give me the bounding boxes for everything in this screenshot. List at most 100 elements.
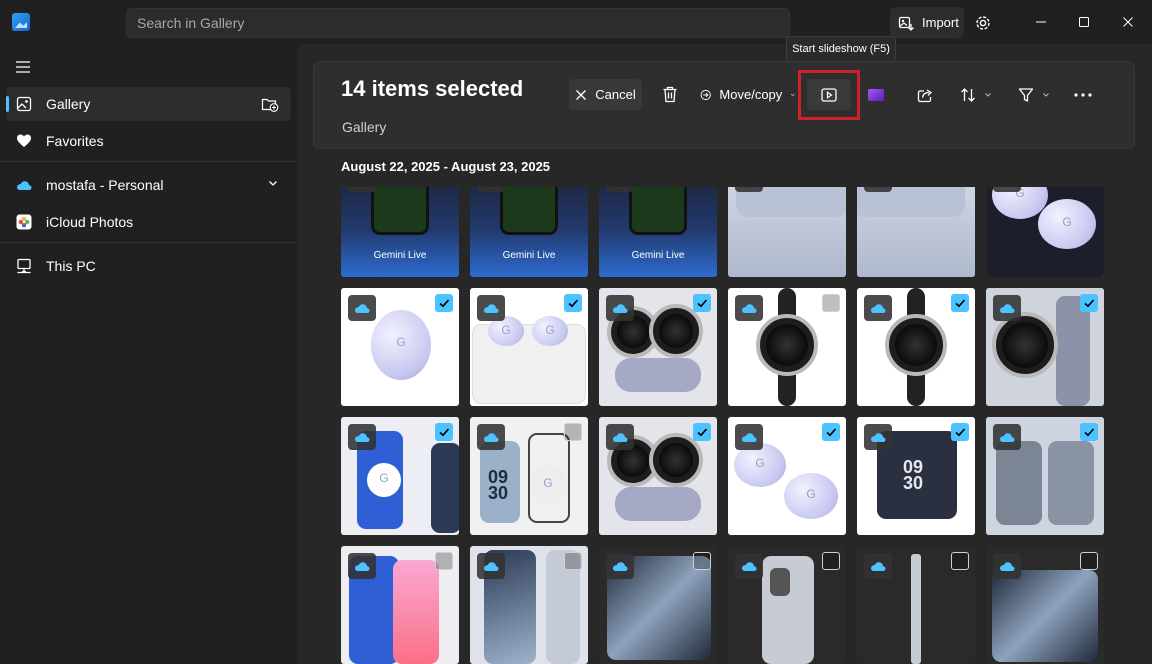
photo-tile[interactable] [599, 546, 717, 664]
sidebar-item-icloud[interactable]: iCloud Photos [6, 205, 291, 239]
photo-tile[interactable] [599, 417, 717, 535]
more-options-button[interactable] [1070, 79, 1096, 110]
selection-checkbox[interactable] [951, 423, 969, 441]
onedrive-cloud-icon [348, 553, 376, 579]
cancel-button[interactable]: Cancel [569, 79, 642, 110]
folder-add-icon [261, 98, 279, 112]
onedrive-cloud-icon [477, 424, 505, 450]
photo-grid: Gemini Live Gemini Live Gemini Live 0930 093… [341, 187, 1111, 664]
sidebar-item-gallery[interactable]: Gallery [6, 87, 291, 121]
onedrive-cloud-icon [864, 424, 892, 450]
breadcrumb: Gallery [342, 119, 387, 135]
onedrive-cloud-icon [348, 187, 376, 192]
add-folder-button[interactable] [261, 96, 279, 112]
selection-checkbox[interactable] [564, 423, 582, 441]
icloud-photos-icon [16, 214, 32, 230]
photo-tile[interactable] [986, 288, 1104, 406]
onedrive-cloud-icon [993, 424, 1021, 450]
computer-icon [16, 258, 32, 274]
main-content: 14 items selected Gallery Cancel Move/co… [297, 44, 1152, 664]
expand-chevron-button[interactable] [267, 177, 279, 189]
minimize-button[interactable] [1029, 10, 1053, 34]
gear-icon [976, 16, 990, 30]
selection-checkbox[interactable] [693, 294, 711, 312]
selection-checkbox[interactable] [1080, 423, 1098, 441]
photo-tile[interactable] [728, 187, 846, 277]
selection-checkbox[interactable] [822, 552, 840, 570]
selection-checkbox[interactable] [1080, 552, 1098, 570]
photo-tile[interactable]: Gemini Live [341, 187, 459, 277]
photo-tile[interactable] [857, 288, 975, 406]
selection-checkbox[interactable] [564, 552, 582, 570]
menu-toggle-button[interactable] [14, 59, 32, 75]
selection-checkbox[interactable] [435, 552, 453, 570]
photo-tile[interactable] [341, 417, 459, 535]
settings-button[interactable] [970, 10, 996, 36]
onedrive-cloud-icon [477, 553, 505, 579]
onedrive-cloud-icon [735, 187, 763, 192]
sidebar-divider [0, 242, 296, 243]
clipchamp-icon [868, 88, 884, 101]
sidebar-item-onedrive[interactable]: mostafa - Personal [6, 168, 291, 202]
import-label: Import [922, 15, 959, 30]
photo-tile[interactable] [986, 546, 1104, 664]
sort-button[interactable] [956, 79, 996, 110]
onedrive-cloud-icon [993, 295, 1021, 321]
photo-tile[interactable] [341, 288, 459, 406]
photo-tile[interactable] [599, 288, 717, 406]
date-group-heading: August 22, 2025 - August 23, 2025 [341, 159, 551, 174]
selection-checkbox[interactable] [435, 423, 453, 441]
onedrive-cloud-icon [477, 187, 505, 192]
photo-tile[interactable] [986, 417, 1104, 535]
cancel-label: Cancel [595, 87, 636, 102]
photo-tile[interactable]: 09 30 [470, 417, 588, 535]
photo-caption: Gemini Live [631, 250, 685, 261]
selection-checkbox[interactable] [951, 552, 969, 570]
sidebar-item-this-pc[interactable]: This PC [6, 249, 291, 283]
photo-tile[interactable]: Gemini Live [599, 187, 717, 277]
selection-checkbox[interactable] [693, 423, 711, 441]
move-arrow-circle-icon [700, 89, 711, 100]
share-button[interactable] [914, 79, 936, 110]
onedrive-cloud-icon [993, 187, 1021, 192]
photo-tile[interactable] [728, 417, 846, 535]
close-button[interactable] [1116, 10, 1140, 34]
selection-checkbox[interactable] [435, 294, 453, 312]
photo-tile[interactable] [341, 546, 459, 664]
photo-tile[interactable] [728, 288, 846, 406]
photo-tile[interactable] [470, 546, 588, 664]
photo-tile[interactable] [857, 187, 975, 277]
photo-tile[interactable] [986, 187, 1104, 277]
selection-checkbox[interactable] [1080, 294, 1098, 312]
create-video-button[interactable] [865, 79, 887, 110]
filter-button[interactable] [1014, 79, 1054, 110]
photo-tile[interactable]: 09 30 [857, 417, 975, 535]
onedrive-cloud-icon [606, 424, 634, 450]
filter-funnel-icon [1018, 87, 1034, 102]
selection-checkbox[interactable] [693, 552, 711, 570]
sidebar-item-favorites[interactable]: Favorites [6, 124, 291, 158]
onedrive-cloud-icon [864, 295, 892, 321]
photo-caption: Gemini Live [502, 250, 556, 261]
share-icon [917, 88, 933, 102]
photo-tile[interactable] [728, 546, 846, 664]
selection-checkbox[interactable] [822, 294, 840, 312]
import-button[interactable]: Import [890, 7, 964, 38]
photo-tile[interactable] [857, 546, 975, 664]
move-copy-button[interactable]: Move/copy [700, 79, 796, 110]
sidebar-item-label: This PC [46, 258, 96, 274]
search-input[interactable]: Search in Gallery [126, 8, 790, 38]
selection-checkbox[interactable] [822, 423, 840, 441]
photo-tile[interactable] [470, 288, 588, 406]
selection-checkbox[interactable] [564, 294, 582, 312]
sidebar-divider [0, 161, 296, 162]
more-dots-icon [1074, 92, 1092, 97]
delete-button[interactable] [659, 79, 681, 110]
onedrive-cloud-icon [864, 187, 892, 192]
maximize-button[interactable] [1072, 10, 1096, 34]
selection-checkbox[interactable] [951, 294, 969, 312]
maximize-icon [1079, 17, 1089, 27]
onedrive-cloud-icon [606, 295, 634, 321]
onedrive-cloud-icon [735, 424, 763, 450]
photo-tile[interactable]: Gemini Live [470, 187, 588, 277]
